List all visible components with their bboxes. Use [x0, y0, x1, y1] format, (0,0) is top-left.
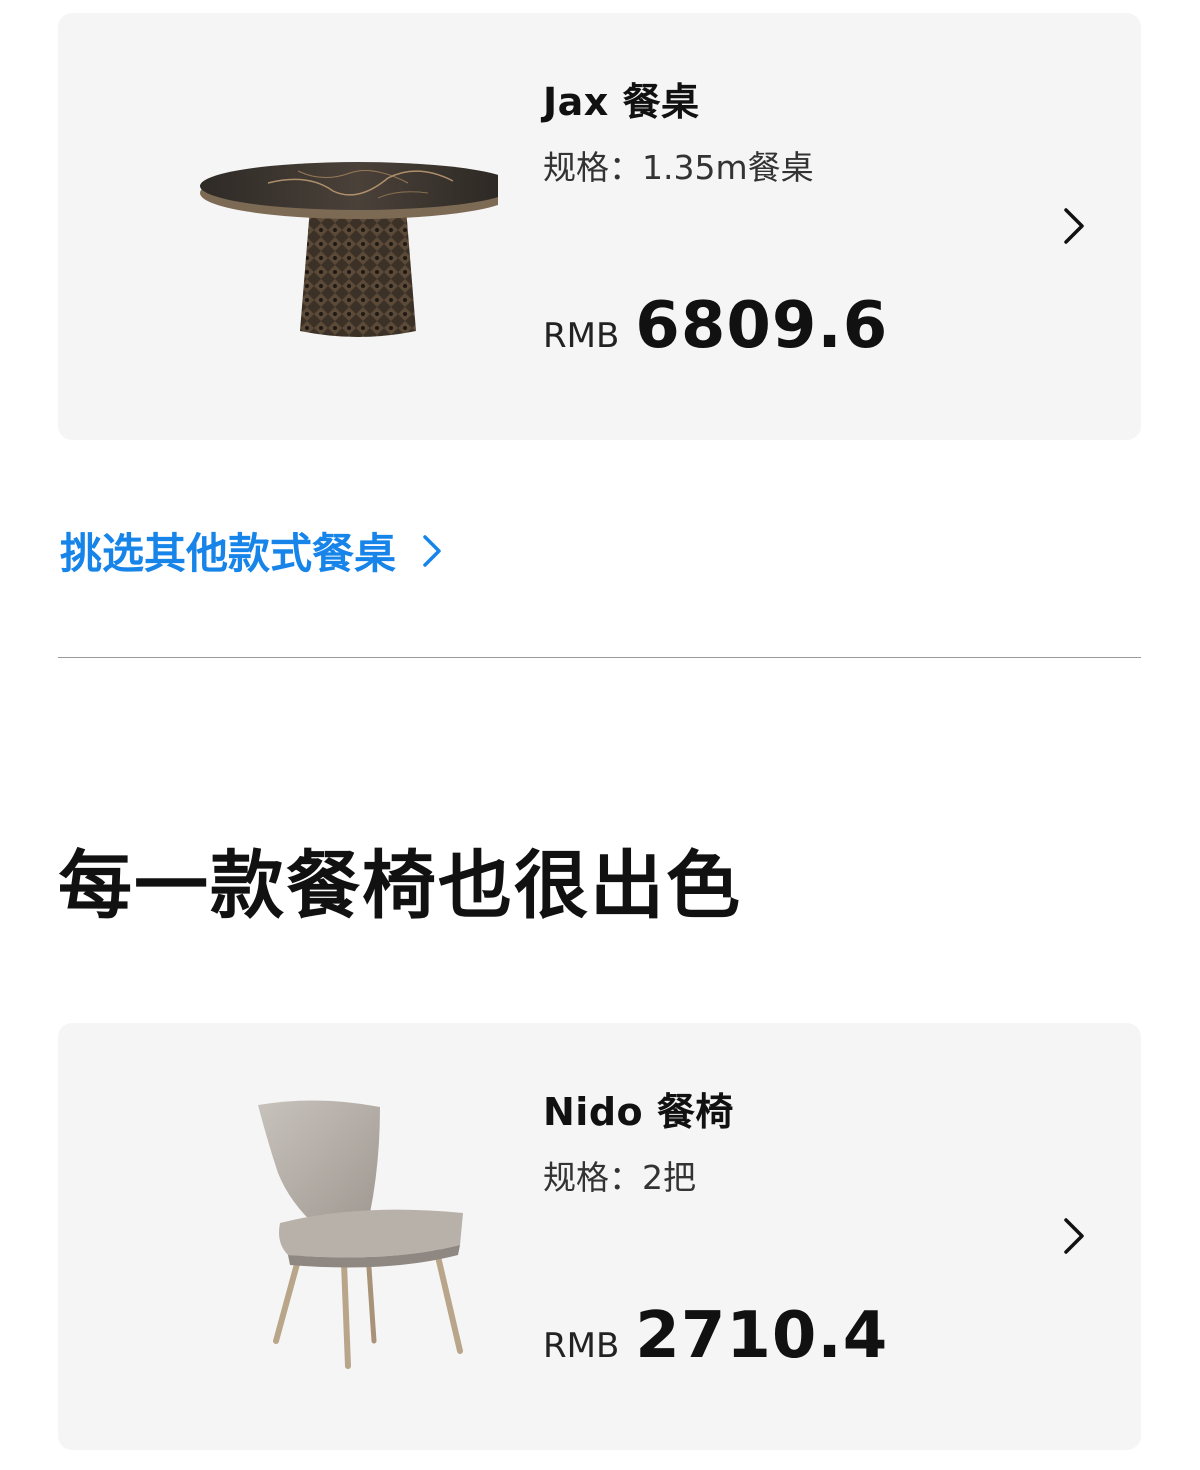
product-name: Jax 餐桌: [543, 80, 700, 124]
section-divider: [58, 657, 1141, 658]
choose-other-tables-link[interactable]: 挑选其他款式餐桌: [60, 520, 444, 581]
section-title: 每一款餐椅也很出色: [58, 843, 742, 929]
price-currency: RMB: [543, 1326, 620, 1366]
product-card-table[interactable]: Jax 餐桌 规格：1.35m餐桌 RMB 6809.6: [58, 13, 1141, 440]
product-spec: 规格：2把: [543, 1158, 696, 1197]
price-row: RMB 2710.4: [543, 1299, 888, 1373]
product-name: Nido 餐椅: [543, 1090, 734, 1134]
product-spec: 规格：1.35m餐桌: [543, 148, 814, 187]
choose-other-tables-label: 挑选其他款式餐桌: [60, 529, 397, 578]
price-value: 2710.4: [635, 1299, 889, 1373]
price-row: RMB 6809.6: [543, 289, 888, 363]
price-currency: RMB: [543, 316, 620, 356]
chevron-right-icon[interactable]: [1058, 206, 1088, 246]
price-value: 6809.6: [635, 289, 889, 363]
chair-product-image: [258, 1100, 463, 1369]
table-product-image: [200, 162, 498, 337]
product-card-chair[interactable]: Nido 餐椅 规格：2把 RMB 2710.4: [58, 1023, 1141, 1450]
chevron-right-icon: [423, 534, 441, 567]
chevron-right-icon[interactable]: [1058, 1216, 1088, 1256]
